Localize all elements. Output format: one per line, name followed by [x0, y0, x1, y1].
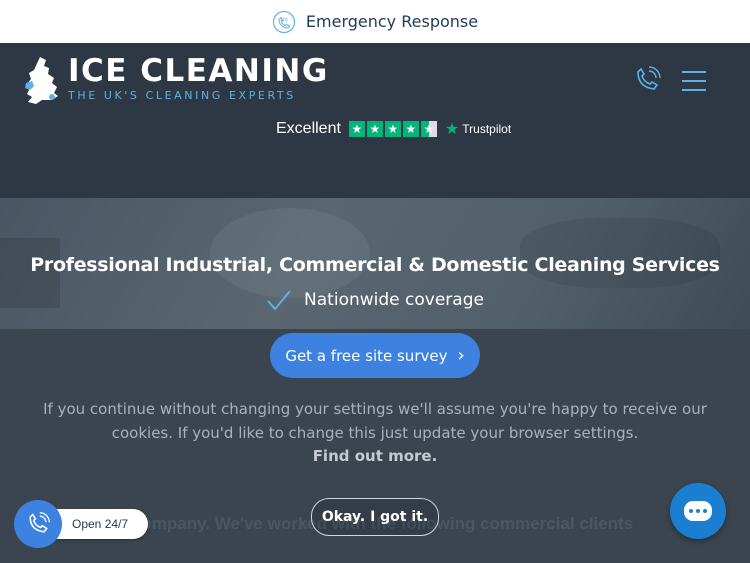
phone-icon [29, 512, 50, 533]
chevron-right-icon: › [457, 345, 465, 366]
cta-label: Get a free site survey [285, 346, 448, 365]
trustpilot-stars: ★ ★ ★ ★ ★ [348, 121, 437, 137]
half-star-icon: ★ [420, 121, 437, 137]
phone-circle[interactable] [14, 500, 62, 548]
site-header: ICE CLEANING THE UK'S CLEANING EXPERTS E… [0, 43, 750, 198]
trustpilot-widget[interactable]: Excellent ★ ★ ★ ★ ★ ★ Trustpilot [276, 119, 511, 139]
coverage-row: Nationwide coverage [0, 289, 750, 311]
find-out-more-link[interactable]: Find out more. [0, 447, 750, 465]
phone-icon[interactable] [632, 65, 662, 95]
logo[interactable]: ICE CLEANING THE UK'S CLEANING EXPERTS [22, 55, 329, 107]
check-icon [267, 290, 291, 311]
chat-icon [684, 501, 712, 521]
trustpilot-excellent: Excellent [276, 120, 341, 137]
coverage-label: Nationwide coverage [304, 290, 484, 310]
trustpilot-brand: Trustpilot [462, 122, 512, 136]
chat-button[interactable] [670, 483, 726, 539]
hamburger-menu-icon[interactable] [682, 71, 706, 91]
brand-name: ICE CLEANING [68, 53, 329, 89]
hero-title: Professional Industrial, Commercial & Do… [30, 254, 720, 276]
cookie-accept-button[interactable]: Okay. I got it. [311, 498, 439, 536]
star-icon: ★ [384, 121, 401, 137]
trustpilot-star-icon: ★ [444, 121, 460, 138]
open-24-7-widget[interactable]: Open 24/7 [14, 500, 149, 548]
svg-text:1hr: 1hr [280, 17, 289, 23]
cookie-notice: If you continue without changing your se… [43, 400, 707, 442]
free-site-survey-button[interactable]: Get a free site survey › [270, 333, 480, 378]
star-icon: ★ [348, 121, 365, 137]
trustpilot-logo: ★ Trustpilot [445, 119, 511, 139]
phone-24hr-icon: 1hr [272, 10, 296, 33]
emergency-response-label[interactable]: Emergency Response [306, 12, 478, 31]
star-icon: ★ [366, 121, 383, 137]
star-icon: ★ [402, 121, 419, 137]
emergency-bar[interactable]: 1hr Emergency Response [0, 0, 750, 44]
uk-map-logo-icon [25, 57, 58, 104]
brand-tagline: THE UK'S CLEANING EXPERTS [68, 89, 296, 102]
